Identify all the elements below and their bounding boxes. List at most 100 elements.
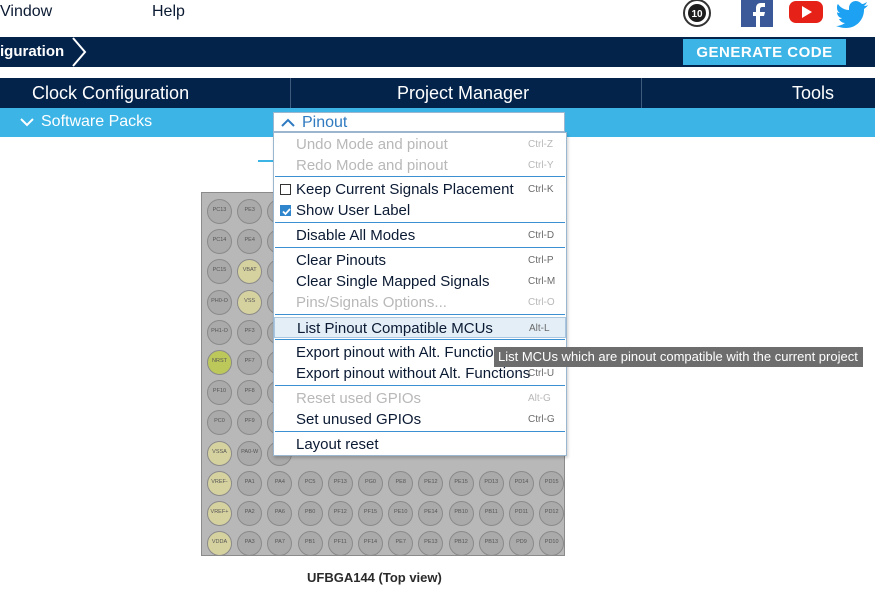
pin[interactable]: PA3 — [237, 531, 263, 557]
pin[interactable]: PE3 — [237, 199, 263, 224]
software-packs-menu[interactable]: Software Packs — [41, 113, 152, 131]
generate-code-button[interactable]: GENERATE CODE — [683, 39, 846, 65]
pin[interactable]: NRST — [207, 350, 232, 375]
chevron-down-icon[interactable] — [20, 117, 34, 127]
pin[interactable]: PD15 — [539, 470, 565, 496]
pin[interactable]: PC5 — [297, 470, 323, 496]
pin[interactable]: PD9 — [509, 531, 534, 557]
menu-item-undo[interactable]: Undo Mode and pinout Ctrl-Z — [274, 134, 566, 155]
menu-window[interactable]: Vindow — [0, 3, 52, 21]
pin-label: VDDA — [211, 539, 228, 546]
pin[interactable]: PC0 — [207, 410, 232, 436]
youtube-icon[interactable] — [788, 0, 824, 28]
tab-clock-configuration[interactable]: Clock Configuration — [32, 78, 189, 108]
pin[interactable]: VREF- — [207, 470, 232, 496]
menu-item-reset-used-gpios[interactable]: Reset used GPIOs Alt-G — [274, 388, 566, 409]
pin[interactable]: PD13 — [478, 470, 504, 496]
pin[interactable]: PE14 — [418, 501, 444, 526]
twitter-icon[interactable] — [836, 0, 870, 28]
pin-label: PD15 — [544, 478, 559, 485]
menu-item-shortcut: Alt-G — [528, 393, 551, 404]
pin[interactable]: VDDA — [207, 531, 232, 557]
menu-item-clear-pinouts[interactable]: Clear Pinouts Ctrl-P — [274, 250, 566, 271]
pin-label: PF10 — [212, 388, 227, 395]
pin[interactable]: PD10 — [539, 531, 565, 557]
menu-item-clear-single-mapped[interactable]: Clear Single Mapped Signals Ctrl-M — [274, 271, 566, 292]
menu-item-show-user-label[interactable]: Show User Label — [274, 200, 566, 221]
pin[interactable]: PE10 — [388, 501, 414, 526]
pin[interactable]: PF12 — [327, 501, 353, 526]
pin[interactable]: PB11 — [478, 501, 504, 526]
pin[interactable]: PF3 — [237, 319, 263, 345]
pin[interactable]: PB0 — [297, 501, 323, 526]
pin[interactable]: VBAT — [237, 259, 263, 285]
pin-label: PE3 — [244, 207, 255, 213]
pin-label: PF8 — [244, 388, 255, 395]
tab-tools[interactable]: Tools — [792, 78, 834, 108]
pin-label: PB10 — [454, 509, 468, 515]
pin[interactable]: PA0-W — [237, 440, 263, 466]
pin[interactable]: PD11 — [509, 501, 534, 526]
pin[interactable]: PH0-O — [207, 289, 232, 315]
pin[interactable]: PD12 — [539, 501, 565, 526]
pin[interactable]: PB13 — [478, 531, 504, 557]
pin[interactable]: PH1-O — [207, 319, 232, 345]
pin[interactable]: PE13 — [418, 531, 444, 557]
pin[interactable]: PE15 — [448, 470, 474, 496]
pin[interactable]: PF13 — [327, 470, 353, 496]
pin[interactable]: VSSA — [207, 440, 232, 466]
pin[interactable]: PE12 — [418, 470, 444, 496]
pin[interactable]: PF10 — [207, 380, 232, 406]
pin-label: VBAT — [242, 267, 257, 274]
menu-item-shortcut: Ctrl-Z — [528, 139, 553, 150]
menu-item-shortcut: Ctrl-Y — [528, 160, 554, 171]
pinout-menu-header[interactable]: Pinout — [273, 112, 565, 132]
pin[interactable]: PF15 — [358, 501, 383, 526]
menu-item-label: Keep Current Signals Placement — [296, 181, 514, 198]
pin[interactable]: PE8 — [388, 470, 414, 496]
breadcrumb-item-configuration[interactable]: iguration — [0, 43, 64, 60]
pin[interactable]: PG0 — [358, 470, 383, 496]
facebook-icon[interactable] — [740, 0, 774, 28]
pin[interactable]: PB12 — [448, 531, 474, 557]
pin[interactable]: PC13 — [207, 199, 232, 224]
pin-label: PD10 — [544, 539, 559, 546]
pin-label: VREF+ — [210, 509, 229, 515]
pin[interactable]: VSS — [237, 289, 263, 315]
checkbox-icon[interactable] — [280, 184, 291, 195]
menu-item-keep-signals[interactable]: Keep Current Signals Placement Ctrl-K — [274, 179, 566, 200]
menu-item-disable-all-modes[interactable]: Disable All Modes Ctrl-D — [274, 225, 566, 246]
pin[interactable]: PA1 — [237, 470, 263, 496]
pin-label: PC14 — [212, 237, 227, 244]
pin-label: PE12 — [424, 478, 438, 485]
pin[interactable]: PC15 — [207, 259, 232, 285]
pin[interactable]: PF8 — [237, 380, 263, 406]
10-years-badge-icon[interactable]: 10 — [680, 0, 714, 28]
pin-label: PE8 — [395, 478, 406, 485]
pin[interactable]: PE4 — [237, 229, 263, 255]
pin[interactable]: PB10 — [448, 501, 474, 526]
pin[interactable]: PE7 — [388, 531, 414, 557]
menu-item-label: Clear Pinouts — [296, 252, 387, 269]
pin[interactable]: PA7 — [267, 531, 293, 557]
menu-item-set-unused-gpios[interactable]: Set unused GPIOs Ctrl-G — [274, 409, 566, 430]
pin[interactable]: PF7 — [237, 350, 263, 375]
pin[interactable]: PC14 — [207, 229, 232, 255]
pin[interactable]: PB1 — [297, 531, 323, 557]
pin[interactable]: PF9 — [237, 410, 263, 436]
pin[interactable]: PD14 — [509, 470, 534, 496]
pin[interactable]: PF14 — [358, 531, 383, 557]
pin[interactable]: PF11 — [327, 531, 353, 557]
pin[interactable]: PA4 — [267, 470, 293, 496]
checkbox-icon[interactable] — [280, 205, 291, 216]
pin-label: PE4 — [244, 237, 255, 244]
menu-item-layout-reset[interactable]: Layout reset — [274, 434, 566, 455]
menu-help[interactable]: Help — [152, 3, 185, 21]
pin[interactable]: PA6 — [267, 501, 293, 526]
menu-item-redo[interactable]: Redo Mode and pinout Ctrl-Y — [274, 155, 566, 176]
pin[interactable]: PA2 — [237, 501, 263, 526]
menu-item-list-compatible-mcus[interactable]: List Pinout Compatible MCUs Alt-L — [274, 317, 566, 338]
menu-item-pins-signals-options[interactable]: Pins/Signals Options... Ctrl-O — [274, 292, 566, 313]
pin[interactable]: VREF+ — [207, 501, 232, 526]
tab-project-manager[interactable]: Project Manager — [397, 78, 529, 108]
